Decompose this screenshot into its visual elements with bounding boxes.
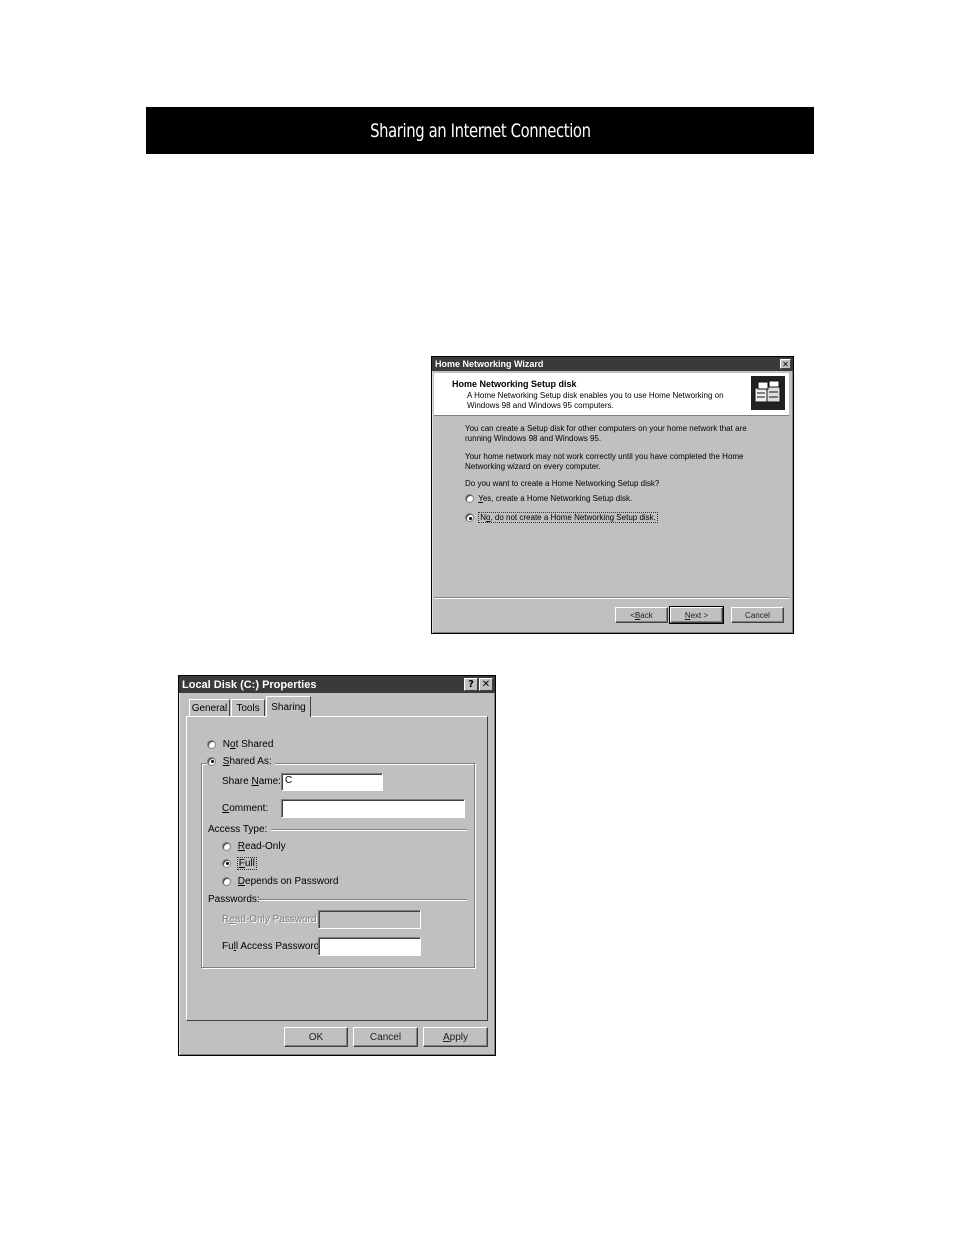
radio-label: Yes, create a Home Networking Setup disk… bbox=[478, 494, 633, 503]
networked-computers-icon bbox=[751, 376, 785, 410]
passwords-label: Passwords: bbox=[208, 894, 260, 905]
cancel-button[interactable]: Cancel bbox=[731, 607, 784, 623]
radio-checked[interactable] bbox=[465, 513, 474, 523]
close-icon[interactable]: ✕ bbox=[780, 359, 791, 369]
radio-label: Depends on Password bbox=[237, 876, 339, 887]
radio-full[interactable]: Full bbox=[222, 857, 257, 870]
properties-window-title: Local Disk (C:) Properties bbox=[182, 678, 317, 691]
text-line: Networking wizard on every computer. bbox=[465, 461, 601, 471]
properties-titlebar: Local Disk (C:) Properties ? ✕ bbox=[179, 676, 495, 693]
wizard-paragraph-1: You can create a Setup disk for other co… bbox=[465, 424, 755, 443]
radio-unchecked[interactable] bbox=[222, 876, 231, 886]
wizard-titlebar: Home Networking Wizard ✕ bbox=[432, 357, 793, 371]
banner-title: Home Networking Setup disk bbox=[452, 379, 577, 389]
radio-checked[interactable] bbox=[222, 858, 231, 868]
radio-label: Shared As: bbox=[222, 756, 272, 767]
banner-description: A Home Networking Setup disk enables you… bbox=[467, 391, 724, 410]
close-icon[interactable]: ✕ bbox=[479, 678, 493, 691]
wizard-paragraph-2: Your home network may not work correctly… bbox=[465, 452, 755, 471]
tab-sharing[interactable]: Sharing bbox=[266, 696, 311, 717]
help-icon[interactable]: ? bbox=[464, 678, 478, 691]
radio-no-create-disk[interactable]: No, do not create a Home Networking Setu… bbox=[465, 512, 658, 523]
text-line: You can create a Setup disk for other co… bbox=[465, 424, 747, 433]
full-access-password-label: Full Access Password: bbox=[222, 941, 323, 952]
radio-label: No, do not create a Home Networking Setu… bbox=[478, 512, 658, 523]
back-button[interactable]: < Back bbox=[615, 607, 668, 623]
full-access-password-input[interactable] bbox=[318, 937, 421, 956]
home-networking-wizard-window: Home Networking Wizard ✕ Home Networking… bbox=[431, 356, 794, 634]
sharing-tab-panel: Not Shared Shared As: Share Name: C Comm… bbox=[186, 716, 488, 1021]
radio-label: Not Shared bbox=[222, 739, 274, 750]
wizard-separator bbox=[434, 597, 789, 599]
radio-checked[interactable] bbox=[207, 756, 216, 766]
wizard-window-title: Home Networking Wizard bbox=[435, 359, 544, 369]
banner-desc-line: A Home Networking Setup disk enables you… bbox=[467, 391, 724, 400]
wizard-banner: Home Networking Setup disk A Home Networ… bbox=[434, 373, 789, 416]
radio-label: Read-Only bbox=[237, 841, 286, 852]
radio-shared-as[interactable]: Shared As: bbox=[207, 756, 275, 767]
share-name-input[interactable]: C bbox=[281, 773, 383, 791]
radio-unchecked[interactable] bbox=[222, 841, 231, 851]
read-only-password-label: Read-Only Password: bbox=[222, 914, 320, 925]
section-header: Sharing an Internet Connection bbox=[146, 107, 814, 154]
text-line: running Windows 98 and Windows 95. bbox=[465, 433, 602, 443]
comment-input[interactable] bbox=[281, 799, 465, 818]
next-button[interactable]: Next > bbox=[669, 606, 724, 624]
wizard-question: Do you want to create a Home Networking … bbox=[465, 479, 660, 488]
radio-unchecked[interactable] bbox=[207, 739, 216, 749]
banner-desc-line: Windows 98 and Windows 95 computers. bbox=[467, 400, 614, 410]
ok-button[interactable]: OK bbox=[284, 1027, 348, 1047]
share-name-label: Share Name: bbox=[222, 776, 281, 787]
local-disk-properties-window: Local Disk (C:) Properties ? ✕ General T… bbox=[178, 675, 496, 1056]
radio-read-only[interactable]: Read-Only bbox=[222, 841, 286, 852]
section-title: Sharing an Internet Connection bbox=[369, 119, 591, 142]
apply-button[interactable]: Apply bbox=[423, 1027, 488, 1047]
radio-yes-create-disk[interactable]: Yes, create a Home Networking Setup disk… bbox=[465, 494, 633, 504]
radio-not-shared[interactable]: Not Shared bbox=[207, 739, 273, 750]
comment-label: Comment: bbox=[222, 803, 269, 814]
radio-depends-on-password[interactable]: Depends on Password bbox=[222, 876, 338, 887]
tab-general[interactable]: General bbox=[189, 699, 230, 716]
access-type-divider bbox=[271, 829, 467, 831]
passwords-divider bbox=[258, 899, 467, 901]
read-only-password-input[interactable] bbox=[318, 910, 421, 929]
radio-unchecked[interactable] bbox=[465, 494, 474, 504]
radio-label: Full bbox=[236, 857, 257, 870]
access-type-label: Access Type: bbox=[208, 824, 268, 835]
text-line: Your home network may not work correctly… bbox=[465, 452, 744, 461]
cancel-button[interactable]: Cancel bbox=[353, 1027, 418, 1047]
tab-tools[interactable]: Tools bbox=[231, 699, 265, 716]
